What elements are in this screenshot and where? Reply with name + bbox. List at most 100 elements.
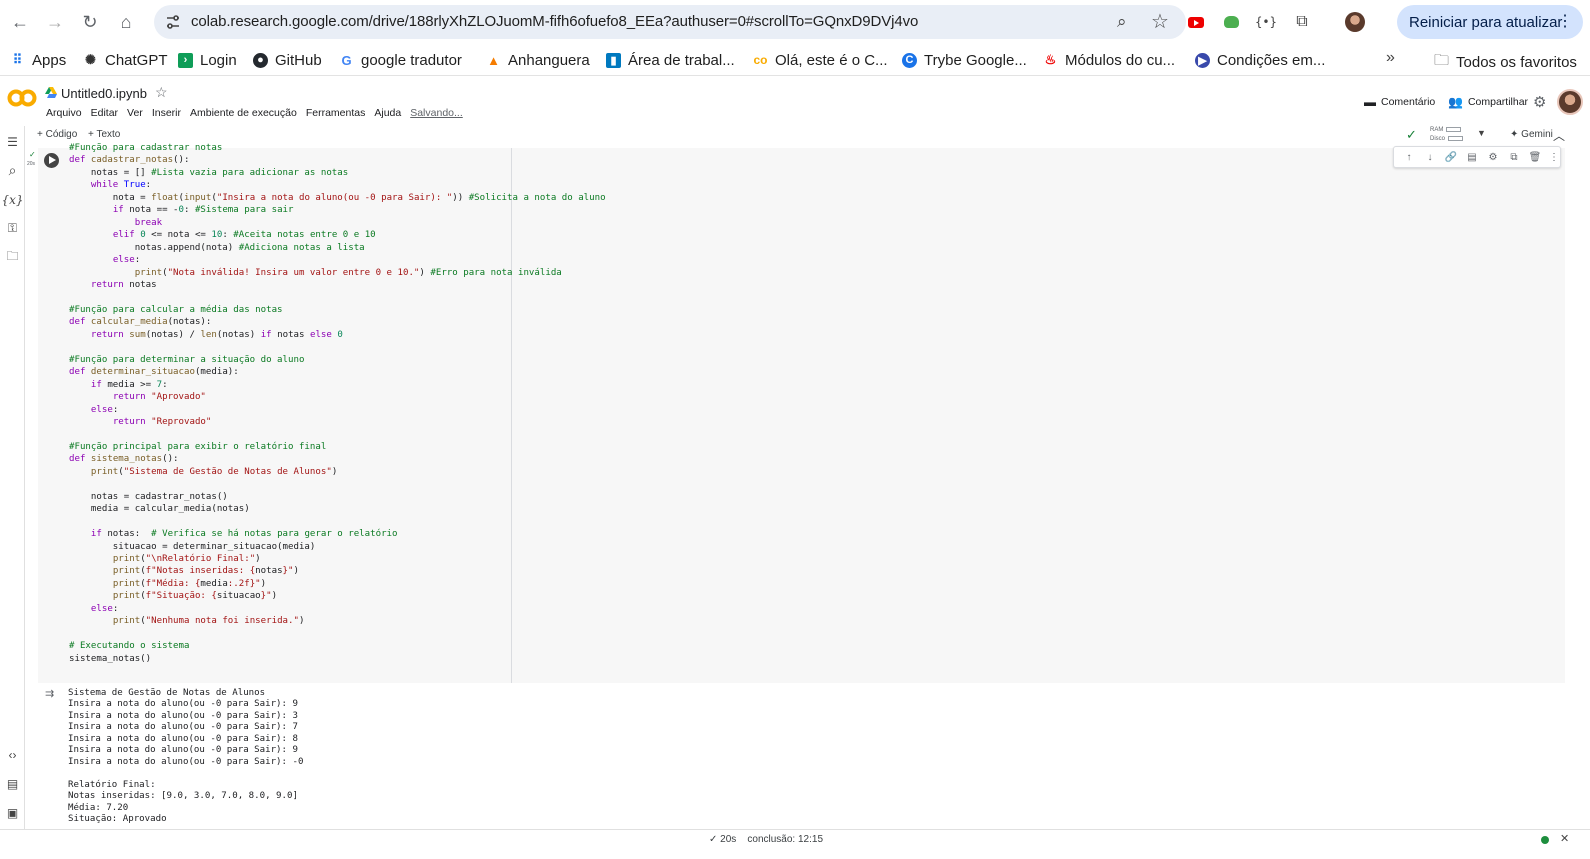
code-editor[interactable]: #Função para cadastrar notas def cadastr…: [69, 142, 606, 665]
bookmark-trybe[interactable]: C Trybe Google...: [902, 50, 1027, 70]
all-bookmarks-label: Todos os favoritos: [1456, 54, 1577, 71]
bookmark-chatgpt[interactable]: ✺ ChatGPT: [83, 50, 168, 70]
bookmark-modulos[interactable]: ♨ Módulos do cu...: [1043, 50, 1175, 70]
gear-icon[interactable]: ⚙: [1486, 150, 1500, 164]
reload-icon[interactable]: ↻: [76, 8, 104, 36]
bookmark-label: GitHub: [275, 51, 322, 69]
move-up-icon[interactable]: ↑: [1402, 150, 1416, 164]
share-people-icon: 👥: [1448, 95, 1463, 109]
update-restart-button[interactable]: Reiniciar para atualizar ⋮: [1397, 5, 1583, 39]
comment-icon[interactable]: ▤: [1465, 150, 1479, 164]
comment-button[interactable]: ▬ Comentário: [1364, 95, 1435, 109]
menu-inserir[interactable]: Inserir: [152, 107, 181, 119]
resource-monitor[interactable]: RAM Disco: [1430, 126, 1464, 144]
condicoes-icon: ▶: [1195, 52, 1210, 68]
kebab-menu-icon[interactable]: ⋮: [1557, 11, 1573, 31]
mirror-cell-icon[interactable]: ⧉: [1507, 150, 1521, 164]
sparkle-icon: ✦: [1510, 129, 1522, 140]
more-vert-icon[interactable]: ⋮: [1547, 150, 1561, 164]
menu-ajuda[interactable]: Ajuda: [374, 107, 401, 119]
bookmark-apps[interactable]: ⠿ Apps: [10, 50, 66, 70]
back-icon[interactable]: ←: [6, 8, 34, 36]
execution-status[interactable]: ✓ 20s conclusão: 12:15: [709, 834, 823, 845]
bookmarks-overflow-button[interactable]: »: [1386, 49, 1395, 67]
puzzle-icon[interactable]: ⧉: [1291, 11, 1313, 33]
collapse-icon[interactable]: ︿: [1553, 127, 1565, 144]
menu-ferramentas[interactable]: Ferramentas: [306, 107, 366, 119]
gemini-label: Gemini: [1521, 129, 1553, 140]
link-icon[interactable]: 🔗: [1444, 150, 1458, 164]
trash-icon[interactable]: 🗑: [1528, 150, 1542, 164]
variables-icon[interactable]: {x}: [1, 191, 23, 208]
bookmark-google-tradutor[interactable]: Ggoogle tradutor: [339, 50, 461, 70]
bookmark-label: ChatGPT: [105, 51, 168, 69]
anhanguera-icon: ▲: [487, 52, 500, 68]
bookmark-label: Trybe Google...: [924, 51, 1027, 69]
terminal-icon[interactable]: ▣: [4, 804, 21, 821]
bookmark-anhanguera[interactable]: ▲ Anhanguera: [486, 50, 590, 70]
output-actions-icon[interactable]: ⇉: [45, 687, 54, 700]
ram-bar: [1446, 126, 1462, 132]
folder-icon[interactable]: 🗀: [4, 249, 21, 266]
trello-icon: ▮: [606, 52, 621, 68]
update-restart-label: Reiniciar para atualizar: [1409, 13, 1563, 31]
bookmark-label: Condições em...: [1217, 51, 1326, 69]
bookmark-colab[interactable]: co Olá, este é o C...: [753, 50, 888, 70]
profile-icon[interactable]: [1344, 11, 1366, 33]
cell-output: Sistema de Gestão de Notas de Alunos Ins…: [68, 688, 304, 824]
bookmark-label: Apps: [32, 51, 67, 69]
bookmark-area-trabalho[interactable]: ▮ Área de trabal...: [606, 50, 735, 70]
home-icon[interactable]: ⌂: [112, 8, 140, 36]
bookmark-github[interactable]: ● GitHub: [253, 50, 322, 70]
bookmark-label: Anhanguera: [508, 51, 590, 69]
colab-header: Untitled0.ipynb ☆ Arquivo Editar Ver Ins…: [0, 80, 1590, 122]
code-snippets-icon[interactable]: ‹›: [4, 746, 21, 763]
comment-icon: ▬: [1364, 95, 1376, 109]
bookmark-star-icon[interactable]: ☆: [1151, 9, 1169, 34]
youtube-icon[interactable]: [1185, 11, 1207, 33]
drive-icon: [45, 87, 57, 98]
address-bar[interactable]: colab.research.google.com/drive/188rlyXh…: [154, 5, 1186, 39]
share-button[interactable]: 👥 Compartilhar: [1448, 95, 1528, 109]
url-text[interactable]: colab.research.google.com/drive/188rlyXh…: [191, 13, 918, 30]
forward-icon[interactable]: →: [41, 8, 69, 36]
table-of-contents-icon[interactable]: ☰: [4, 133, 21, 150]
frog-icon[interactable]: [1220, 11, 1242, 33]
menu-editar[interactable]: Editar: [91, 107, 118, 119]
close-icon[interactable]: ✕: [1560, 832, 1569, 845]
comment-label: Comentário: [1381, 96, 1436, 108]
gear-icon[interactable]: ⚙: [1533, 93, 1546, 111]
menu-ambiente[interactable]: Ambiente de execução: [190, 107, 297, 119]
star-icon[interactable]: ☆: [155, 84, 168, 101]
colab-icon: co: [753, 53, 768, 67]
bookmark-login[interactable]: › Login: [178, 50, 237, 70]
colab-logo-icon[interactable]: [7, 88, 37, 108]
add-code-button[interactable]: + Código: [37, 129, 77, 140]
all-bookmarks-button[interactable]: 🗀 Todos os favoritos: [1434, 50, 1577, 75]
chatgpt-icon: ✺: [85, 52, 96, 67]
run-cell-button[interactable]: [44, 153, 59, 168]
login-icon: ›: [178, 52, 193, 68]
left-sidebar: ☰ ⌕ {x} ⚿ 🗀 ‹› ▤ ▣: [0, 126, 25, 830]
search-icon[interactable]: ⌕: [1117, 12, 1127, 32]
runtime-dropdown-icon[interactable]: ▼: [1477, 128, 1486, 138]
gemini-button[interactable]: ✦ Gemini: [1510, 129, 1553, 140]
move-down-icon[interactable]: ↓: [1423, 150, 1437, 164]
menu-arquivo[interactable]: Arquivo: [46, 107, 82, 119]
add-text-button[interactable]: + Texto: [88, 129, 120, 140]
secrets-key-icon[interactable]: ⚿: [4, 220, 21, 237]
avatar[interactable]: [1557, 89, 1583, 115]
executed-check-icon: ✓: [29, 150, 36, 159]
save-status[interactable]: Salvando...: [410, 107, 463, 119]
ram-label: RAM: [1430, 127, 1444, 133]
bookmark-label: Módulos do cu...: [1065, 51, 1176, 69]
search-icon[interactable]: ⌕: [4, 162, 21, 179]
bookmark-label: Olá, este é o C...: [775, 51, 888, 69]
braces-icon[interactable]: {•}: [1255, 11, 1277, 33]
command-palette-icon[interactable]: ▤: [4, 775, 21, 792]
menu-ver[interactable]: Ver: [127, 107, 143, 119]
notebook-title[interactable]: Untitled0.ipynb: [61, 86, 147, 101]
bookmark-condicoes[interactable]: ▶ Condições em...: [1195, 50, 1325, 70]
site-settings-icon[interactable]: [164, 13, 182, 31]
santander-icon: ♨: [1044, 52, 1057, 67]
